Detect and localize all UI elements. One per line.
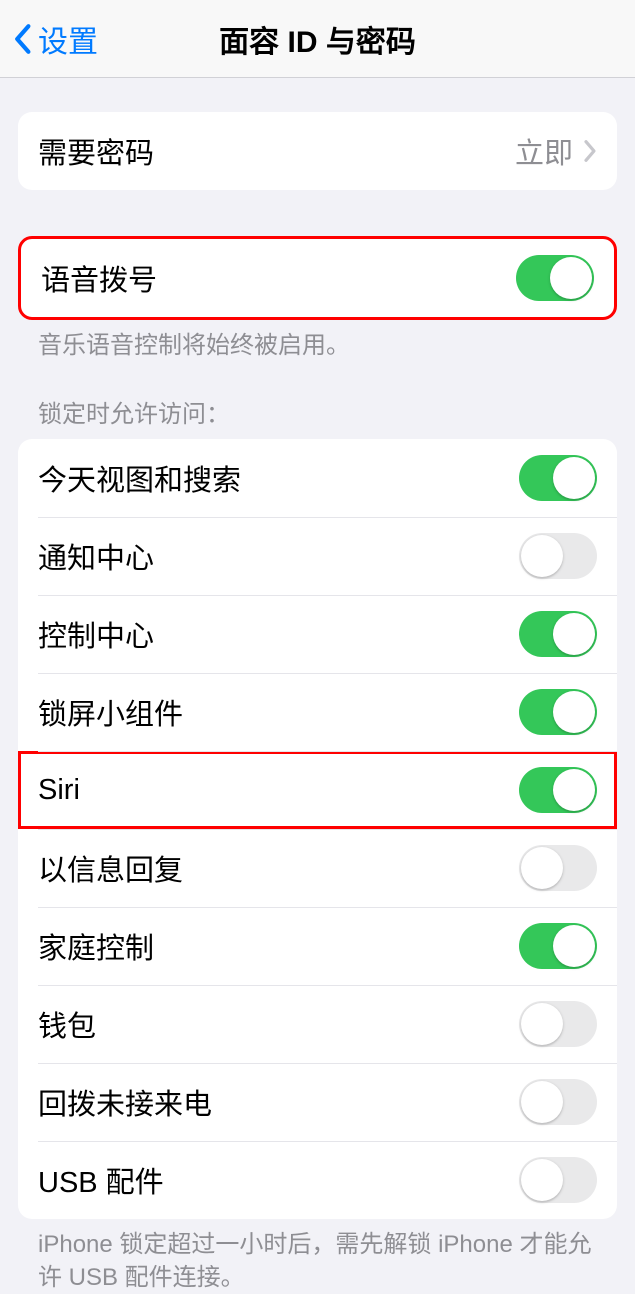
row-require-passcode[interactable]: 需要密码 立即 [18, 112, 617, 190]
row-label: 钱包 [38, 1003, 96, 1045]
row-home-control: 家庭控制 [18, 907, 617, 985]
chevron-right-icon [583, 139, 597, 163]
row-label: 今天视图和搜索 [38, 457, 241, 499]
row-usb-accessories: USB 配件 [18, 1141, 617, 1219]
row-label: 锁屏小组件 [38, 691, 183, 733]
row-label: Siri [38, 774, 80, 807]
toggle-today-view[interactable] [519, 455, 597, 501]
toggle-control-center[interactable] [519, 611, 597, 657]
row-siri: Siri [18, 751, 617, 829]
group-voice-dial: 语音拨号 [18, 236, 617, 320]
row-reply-with-message: 以信息回复 [18, 829, 617, 907]
row-control-center: 控制中心 [18, 595, 617, 673]
toggle-wallet[interactable] [519, 1001, 597, 1047]
group-locked-access: 今天视图和搜索通知中心控制中心锁屏小组件 Siri 以信息回复家庭控制钱包回拨未接来… [18, 439, 617, 1219]
toggle-return-missed-calls[interactable] [519, 1079, 597, 1125]
toggle-notification-center[interactable] [519, 533, 597, 579]
locked-access-header: 锁定时允许访问： [18, 362, 617, 439]
back-button[interactable]: 设置 [0, 17, 98, 61]
toggle-siri[interactable] [519, 767, 597, 813]
row-value: 立即 [515, 130, 573, 172]
row-voice-dial: 语音拨号 [21, 239, 614, 317]
toggle-home-control[interactable] [519, 923, 597, 969]
row-label: 通知中心 [38, 535, 154, 577]
navigation-bar: 设置 面容 ID 与密码 [0, 0, 635, 78]
toggle-reply-with-message[interactable] [519, 845, 597, 891]
row-label: 以信息回复 [38, 847, 183, 889]
back-label: 设置 [38, 17, 98, 61]
row-notification-center: 通知中心 [18, 517, 617, 595]
row-label: 语音拨号 [41, 257, 157, 299]
voice-dial-footer: 音乐语音控制将始终被启用。 [18, 320, 617, 362]
toggle-voice-dial[interactable] [516, 255, 594, 301]
row-lock-screen-widgets: 锁屏小组件 [18, 673, 617, 751]
row-label: 家庭控制 [38, 925, 154, 967]
toggle-usb-accessories[interactable] [519, 1157, 597, 1203]
group-require-passcode: 需要密码 立即 [18, 112, 617, 190]
row-wallet: 钱包 [18, 985, 617, 1063]
row-label: USB 配件 [38, 1159, 164, 1201]
row-today-view: 今天视图和搜索 [18, 439, 617, 517]
row-label: 需要密码 [38, 130, 154, 172]
locked-access-footer: iPhone 锁定超过一小时后，需先解锁 iPhone 才能允许 USB 配件连… [18, 1219, 617, 1294]
row-label: 回拨未接来电 [38, 1081, 212, 1123]
chevron-left-icon [12, 23, 32, 55]
toggle-lock-screen-widgets[interactable] [519, 689, 597, 735]
row-label: 控制中心 [38, 613, 154, 655]
row-return-missed-calls: 回拨未接来电 [18, 1063, 617, 1141]
